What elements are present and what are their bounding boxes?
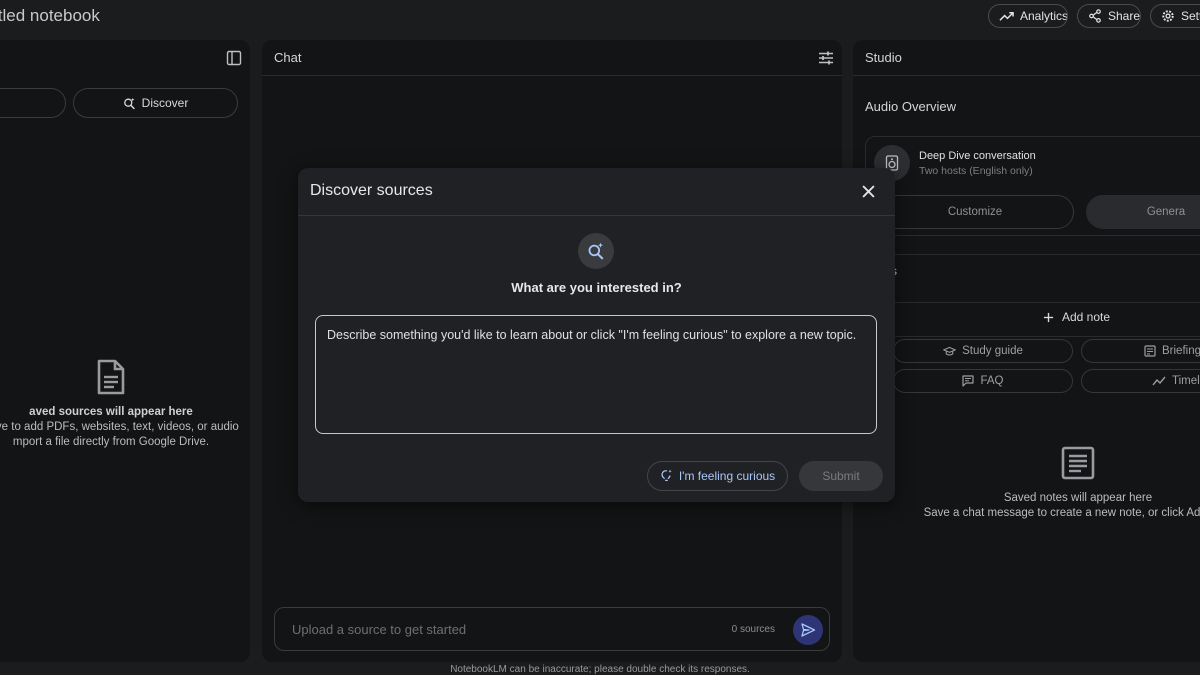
dialog-title: Discover sources [310, 182, 433, 199]
dialog-header: Discover sources [298, 168, 895, 216]
submit-label: Submit [822, 469, 860, 483]
topic-textarea[interactable]: Describe something you'd like to learn a… [315, 315, 877, 434]
search-spark-icon [578, 233, 614, 269]
discover-sources-dialog: Discover sources What are you interested… [298, 168, 895, 502]
close-icon[interactable] [859, 182, 877, 200]
dialog-question: What are you interested in? [511, 280, 682, 295]
feeling-curious-label: I'm feeling curious [678, 469, 776, 483]
lightbulb-spark-icon [660, 469, 673, 483]
submit-button[interactable]: Submit [799, 461, 883, 491]
feeling-curious-button[interactable]: I'm feeling curious [647, 461, 788, 491]
modal-overlay: Discover sources What are you interested… [0, 0, 1200, 675]
topic-textarea-placeholder: Describe something you'd like to learn a… [327, 328, 857, 342]
